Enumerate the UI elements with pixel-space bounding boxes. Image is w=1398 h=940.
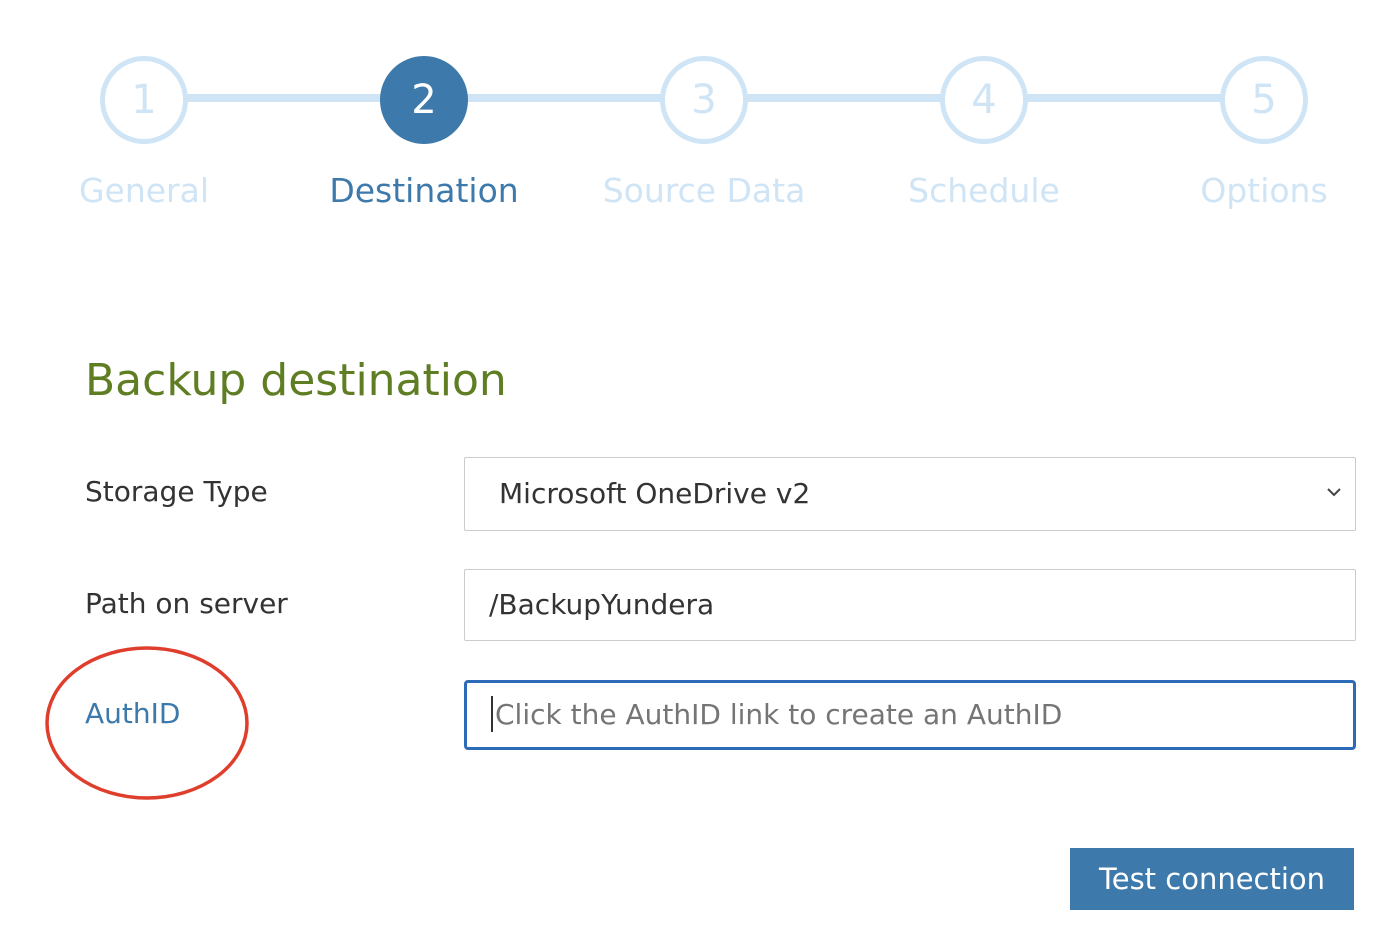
step-number-circle[interactable]: 5 xyxy=(1220,56,1308,144)
step-destination[interactable]: 2 Destination xyxy=(284,56,564,210)
backup-wizard-page: 1 General 2 Destination 3 Source Data 4 … xyxy=(0,0,1398,940)
storage-type-label: Storage Type xyxy=(85,475,268,508)
storage-type-value: Microsoft OneDrive v2 xyxy=(499,477,811,510)
path-value: /BackupYundera xyxy=(489,588,715,621)
path-on-server-label: Path on server xyxy=(85,587,288,620)
wizard-steps: 1 General 2 Destination 3 Source Data 4 … xyxy=(0,0,1398,230)
section-title: Backup destination xyxy=(85,355,507,406)
step-schedule[interactable]: 4 Schedule xyxy=(844,56,1124,210)
step-label[interactable]: Schedule xyxy=(844,171,1124,210)
path-on-server-input[interactable]: /BackupYundera xyxy=(464,569,1356,641)
step-options[interactable]: 5 Options xyxy=(1124,56,1398,210)
test-connection-button[interactable]: Test connection xyxy=(1070,848,1354,910)
annotation-circle xyxy=(45,646,249,800)
step-label[interactable]: Source Data xyxy=(564,171,844,210)
step-source-data[interactable]: 3 Source Data xyxy=(564,56,844,210)
authid-input[interactable]: Click the AuthID link to create an AuthI… xyxy=(464,680,1356,750)
text-cursor xyxy=(491,696,493,732)
step-label[interactable]: Destination xyxy=(284,171,564,210)
step-label[interactable]: Options xyxy=(1124,171,1398,210)
authid-placeholder: Click the AuthID link to create an AuthI… xyxy=(495,698,1063,731)
step-number-circle[interactable]: 3 xyxy=(660,56,748,144)
step-label[interactable]: General xyxy=(4,171,284,210)
step-number-circle[interactable]: 4 xyxy=(940,56,1028,144)
step-general[interactable]: 1 General xyxy=(4,56,284,210)
step-number-circle[interactable]: 1 xyxy=(100,56,188,144)
chevron-down-icon xyxy=(1327,488,1341,497)
step-number-circle[interactable]: 2 xyxy=(380,56,468,144)
storage-type-select[interactable]: Microsoft OneDrive v2 xyxy=(464,457,1356,531)
